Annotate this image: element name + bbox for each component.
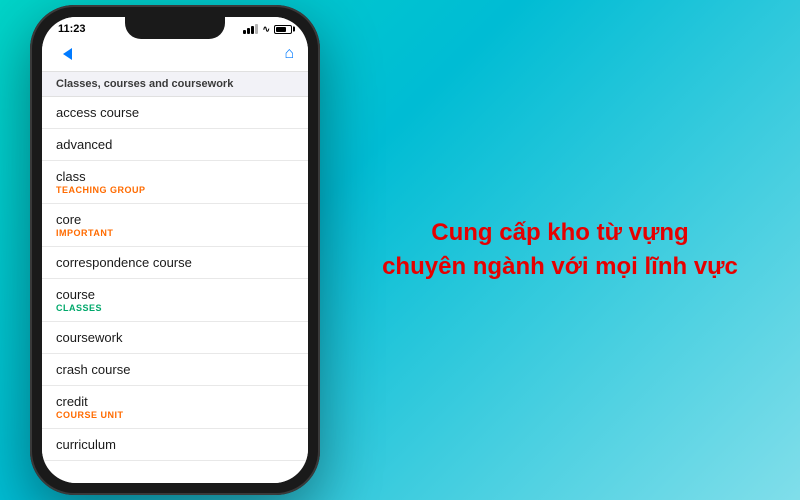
status-time: 11:23 bbox=[58, 23, 86, 35]
list-item[interactable]: courseCLASSES bbox=[42, 279, 308, 322]
item-sub-text: CLASSES bbox=[56, 303, 294, 313]
list-item[interactable]: crash course bbox=[42, 354, 308, 386]
item-main-text: advanced bbox=[56, 137, 294, 152]
item-main-text: course bbox=[56, 287, 294, 302]
list-item[interactable]: access course bbox=[42, 97, 308, 129]
back-chevron-icon bbox=[63, 48, 72, 60]
signal-icon bbox=[243, 24, 258, 34]
nav-bar: ⌂ bbox=[42, 37, 308, 72]
back-button[interactable] bbox=[56, 43, 78, 65]
battery-icon bbox=[274, 25, 292, 34]
list-item[interactable]: classTEACHING GROUP bbox=[42, 161, 308, 204]
item-main-text: correspondence course bbox=[56, 255, 294, 270]
item-main-text: core bbox=[56, 212, 294, 227]
tagline-area: Cung cấp kho từ vựng chuyên ngành với mọ… bbox=[320, 196, 800, 303]
list-item[interactable]: coursework bbox=[42, 322, 308, 354]
phone-screen: 11:23 ∿ ⌂ Classes, cou bbox=[42, 17, 308, 483]
item-main-text: coursework bbox=[56, 330, 294, 345]
status-icons: ∿ bbox=[243, 24, 292, 35]
item-main-text: class bbox=[56, 169, 294, 184]
wifi-icon: ∿ bbox=[262, 24, 270, 35]
item-main-text: curriculum bbox=[56, 437, 294, 452]
item-sub-text: IMPORTANT bbox=[56, 228, 294, 238]
item-sub-text: TEACHING GROUP bbox=[56, 185, 294, 195]
phone-notch bbox=[125, 17, 225, 39]
list-item[interactable]: creditCOURSE UNIT bbox=[42, 386, 308, 429]
tagline-line2: chuyên ngành với mọi lĩnh vực bbox=[382, 253, 738, 280]
list-item[interactable]: correspondence course bbox=[42, 247, 308, 279]
list-item[interactable]: curriculum bbox=[42, 429, 308, 461]
list-item[interactable]: advanced bbox=[42, 129, 308, 161]
item-sub-text: COURSE UNIT bbox=[56, 410, 294, 420]
home-button[interactable]: ⌂ bbox=[284, 45, 294, 63]
phone-frame: 11:23 ∿ ⌂ Classes, cou bbox=[30, 5, 320, 495]
phone-mockup: 11:23 ∿ ⌂ Classes, cou bbox=[30, 5, 320, 495]
item-main-text: credit bbox=[56, 394, 294, 409]
list-item[interactable]: coreIMPORTANT bbox=[42, 204, 308, 247]
tagline-text: Cung cấp kho từ vựng chuyên ngành với mọ… bbox=[382, 216, 738, 283]
list-container: access course advanced classTEACHING GROUP… bbox=[42, 97, 308, 483]
item-main-text: access course bbox=[56, 105, 294, 120]
section-header: Classes, courses and coursework bbox=[42, 72, 308, 97]
item-main-text: crash course bbox=[56, 362, 294, 377]
tagline-line1: Cung cấp kho từ vựng bbox=[431, 219, 688, 246]
